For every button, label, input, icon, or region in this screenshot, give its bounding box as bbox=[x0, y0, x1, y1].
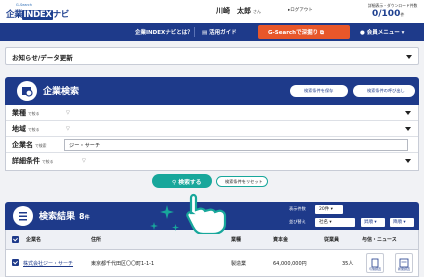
filter-icon: ▽ bbox=[66, 110, 70, 116]
column-industry: 業種 bbox=[231, 237, 242, 243]
filter-icon: ▽ bbox=[66, 126, 70, 132]
column-company: 企業名 bbox=[26, 237, 42, 243]
external-link-icon: ⧉ bbox=[320, 30, 324, 36]
reset-button[interactable]: 検索条件をリセット bbox=[216, 176, 268, 187]
employees-cell: 35人 bbox=[342, 261, 354, 267]
chevron-down-icon: ▾ bbox=[401, 30, 405, 36]
sort-select[interactable]: 社名 ▾ bbox=[315, 218, 355, 227]
list-icon bbox=[13, 206, 33, 226]
display-count-label: 表示件数 bbox=[289, 206, 306, 211]
capital-cell: 64,000,000円 bbox=[273, 261, 307, 267]
column-capital: 資本金 bbox=[273, 237, 289, 243]
column-address: 住所 bbox=[91, 237, 102, 243]
sparkle-icon bbox=[150, 222, 158, 230]
address-cell: 東京都千代田区〇〇町1-1-1 bbox=[91, 261, 155, 267]
nav-about[interactable]: 企業INDEXナビとは？ bbox=[135, 28, 193, 36]
news-report-button[interactable]: 新聞調査 bbox=[395, 253, 413, 273]
logo-gsearch-text: G-Search bbox=[16, 3, 32, 7]
main-nav: 企業INDEXナビとは？ ▤ 活用ガイド G-Searchで深掘り ⧉ ● 会員… bbox=[0, 23, 424, 41]
descending-button[interactable]: 降順 ▾ bbox=[390, 218, 414, 227]
download-count: 0/100件 bbox=[372, 9, 405, 19]
ascending-button[interactable]: 昇順 ▾ bbox=[361, 218, 385, 227]
row-checkbox[interactable] bbox=[12, 259, 19, 266]
filter-icon: ▽ bbox=[82, 158, 86, 164]
gsearch-button[interactable]: G-Searchで深掘り ⧉ bbox=[258, 25, 350, 39]
page: G-Search 企業INDEXナビ 川崎 太郎 さん ▸ログアウト 詳細表示・ダ… bbox=[0, 0, 424, 277]
company-link[interactable]: 株式会社ジー・サーチ bbox=[23, 260, 73, 267]
news-label: お知らせ/データ更新 bbox=[12, 54, 73, 62]
search-folder-icon bbox=[17, 81, 37, 101]
results-title: 検索結果 8件 bbox=[39, 212, 90, 222]
select-all-checkbox[interactable] bbox=[12, 236, 19, 243]
member-menu[interactable]: ● 会員メニュー ▾ bbox=[360, 28, 404, 36]
industry-filter-row[interactable]: 業種 で絞る ▽ bbox=[6, 105, 418, 121]
company-name-input[interactable]: ジー・サーチ bbox=[64, 139, 408, 151]
credit-report-button[interactable]: 与信調査 bbox=[366, 253, 384, 273]
display-count-select[interactable]: 20件 ▾ bbox=[315, 205, 343, 214]
search-button[interactable]: ⚲ 検索する bbox=[152, 174, 212, 188]
save-conditions-button[interactable]: 検索条件を保存 bbox=[290, 85, 348, 97]
industry-cell: 製造業 bbox=[231, 261, 247, 267]
chevron-down-icon bbox=[405, 127, 411, 131]
chevron-down-icon bbox=[406, 55, 412, 59]
sparkle-icon bbox=[160, 205, 174, 219]
load-conditions-button[interactable]: 検索条件の呼び出し bbox=[353, 85, 415, 97]
nav-divider bbox=[194, 27, 195, 37]
logo-text: 企業INDEXナビ bbox=[6, 10, 70, 20]
table-row[interactable]: 株式会社ジー・サーチ 東京都千代田区〇〇町1-1-1 製造業 64,000,00… bbox=[5, 250, 419, 277]
user-name: 川崎 太郎 さん bbox=[216, 7, 261, 15]
chevron-down-icon bbox=[405, 159, 411, 163]
search-panel-header: 企業検索 検索条件を保存 検索条件の呼び出し bbox=[5, 77, 419, 105]
top-header: G-Search 企業INDEXナビ 川崎 太郎 さん ▸ログアウト 詳細表示・ダ… bbox=[0, 0, 424, 23]
search-icon: ⚲ bbox=[172, 180, 177, 186]
sort-label: 並び替え bbox=[289, 219, 306, 224]
detail-filter-row[interactable]: 詳細条件 で絞る ▽ bbox=[6, 153, 418, 169]
region-filter-row[interactable]: 地域 で絞る ▽ bbox=[6, 121, 418, 137]
book-icon: ▤ bbox=[202, 30, 208, 36]
column-credit-news: 与信・ニュース bbox=[362, 237, 397, 243]
column-employees: 従業員 bbox=[324, 237, 340, 243]
chevron-down-icon bbox=[405, 111, 411, 115]
user-icon: ● bbox=[360, 30, 365, 36]
news-bar[interactable]: お知らせ/データ更新 bbox=[5, 47, 419, 65]
search-title: 企業検索 bbox=[43, 87, 80, 97]
search-conditions: 業種 で絞る ▽ 地域 で絞る ▽ 企業名 で検索 ジー・サーチ 詳細条件 で絞る ▽ bbox=[5, 105, 419, 171]
company-name-row: 企業名 で検索 ジー・サーチ bbox=[6, 137, 418, 153]
nav-guide[interactable]: ▤ 活用ガイド bbox=[202, 28, 237, 36]
logout-link[interactable]: ▸ログアウト bbox=[288, 7, 313, 13]
sparkle-icon bbox=[172, 224, 179, 231]
pointing-hand-icon bbox=[186, 193, 227, 234]
